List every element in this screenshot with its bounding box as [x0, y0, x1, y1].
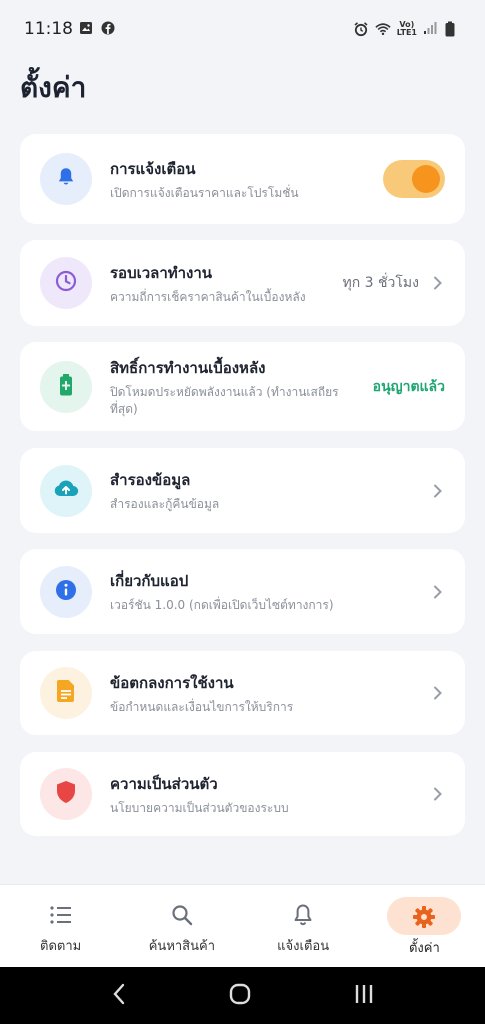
- document-icon-circle: [40, 667, 92, 719]
- battery-icon: [55, 373, 77, 401]
- setting-title: การแจ้งเตือน: [110, 159, 196, 178]
- setting-subtitle: สำรองและกู้คืนข้อมูล: [110, 497, 220, 511]
- gear-icon: [412, 903, 436, 931]
- back-icon[interactable]: [112, 983, 126, 1009]
- list-icon: [49, 901, 73, 929]
- chevron-right-icon: [431, 686, 445, 700]
- alarm-icon: [353, 21, 369, 37]
- cloud-upload-icon: [53, 478, 79, 504]
- setting-background-permission[interactable]: สิทธิ์การทำงานเบื้องหลัง ปิดโหมดประหยัดพ…: [20, 342, 465, 431]
- lte-indicator: Vo) LTE1: [397, 21, 417, 37]
- status-right: Vo) LTE1: [353, 21, 461, 37]
- bell-icon: [55, 166, 77, 192]
- recents-icon[interactable]: [354, 983, 374, 1009]
- system-nav-bar: [0, 967, 485, 1024]
- nav-label: แจ้งเตือน: [277, 939, 330, 954]
- search-icon: [171, 901, 193, 929]
- setting-subtitle: เปิดการแจ้งเตือนราคาและโปรโมชั่น: [110, 185, 299, 200]
- nav-item-tracking[interactable]: ติดตาม: [0, 885, 121, 967]
- page-title: ตั้งค่า: [20, 71, 87, 104]
- chevron-right-icon: [431, 484, 445, 498]
- privacy-text: ความเป็นส่วนตัว นโยบายความเป็นส่วนตัวของ…: [110, 772, 431, 817]
- nav-item-search[interactable]: ค้นหาสินค้า: [121, 885, 242, 967]
- wifi-icon: [375, 21, 391, 37]
- setting-title: รอบเวลาทำงาน: [110, 263, 213, 282]
- backup-text: สำรองข้อมูล สำรองและกู้คืนข้อมูล: [110, 468, 431, 513]
- clock-icon-circle: [40, 257, 92, 309]
- setting-backup[interactable]: สำรองข้อมูล สำรองและกู้คืนข้อมูล: [20, 448, 465, 533]
- setting-title: สิทธิ์การทำงานเบื้องหลัง: [110, 358, 266, 377]
- setting-about[interactable]: เกี่ยวกับแอป เวอร์ชัน 1.0.0 (กดเพื่อเปิด…: [20, 549, 465, 634]
- bell-icon: [292, 901, 314, 929]
- toggle-knob: [412, 165, 440, 193]
- document-icon: [56, 679, 76, 707]
- bottom-nav: ติดตาม ค้นหาสินค้า แจ้งเตือน ตั้งค่า: [0, 884, 485, 967]
- nav-label: ติดตาม: [40, 939, 82, 954]
- battery-icon-circle: [40, 360, 92, 413]
- info-icon-circle: [40, 565, 92, 618]
- nav-label: ตั้งค่า: [408, 941, 440, 956]
- cloud-icon-circle: [40, 464, 92, 517]
- about-text: เกี่ยวกับแอป เวอร์ชัน 1.0.0 (กดเพื่อเปิด…: [110, 569, 431, 614]
- setting-terms[interactable]: ข้อตกลงการใช้งาน ข้อกำหนดและเงื่อนไขการใ…: [20, 651, 465, 735]
- battery-status-icon: [445, 21, 461, 37]
- setting-subtitle: ข้อกำหนดและเงื่อนไขการให้บริการ: [110, 699, 294, 714]
- nav-item-settings[interactable]: ตั้งค่า: [364, 885, 485, 967]
- nav-item-alerts[interactable]: แจ้งเตือน: [243, 885, 364, 967]
- setting-title: ข้อตกลงการใช้งาน: [110, 673, 234, 692]
- setting-title: สำรองข้อมูล: [110, 471, 191, 489]
- status-time: 11:18: [24, 19, 73, 39]
- home-icon[interactable]: [229, 983, 251, 1009]
- setting-title: ความเป็นส่วนตัว: [110, 774, 218, 793]
- facebook-icon: [101, 21, 117, 37]
- setting-subtitle: นโยบายความเป็นส่วนตัวของระบบ: [110, 800, 289, 815]
- gallery-icon: [79, 21, 95, 37]
- setting-notifications[interactable]: การแจ้งเตือน เปิดการแจ้งเตือนราคาและโปรโ…: [20, 134, 465, 224]
- background-permission-text: สิทธิ์การทำงานเบื้องหลัง ปิดโหมดประหยัดพ…: [110, 356, 373, 418]
- setting-subtitle: ความถี่การเช็คราคาสินค้าในเบื้องหลัง: [110, 289, 306, 304]
- setting-subtitle: ปิดโหมดประหยัดพลังงานแล้ว (ทำงานเสถียรที…: [110, 384, 339, 416]
- terms-text: ข้อตกลงการใช้งาน ข้อกำหนดและเงื่อนไขการใ…: [110, 671, 431, 716]
- setting-title: เกี่ยวกับแอป: [110, 572, 189, 590]
- setting-subtitle: เวอร์ชัน 1.0.0 (กดเพื่อเปิดเว็บไซต์ทางกา…: [110, 598, 334, 612]
- nav-label: ค้นหาสินค้า: [148, 939, 216, 954]
- status-left: 11:18: [24, 19, 117, 39]
- chevron-right-icon: [431, 787, 445, 801]
- setting-privacy[interactable]: ความเป็นส่วนตัว นโยบายความเป็นส่วนตัวของ…: [20, 752, 465, 836]
- permission-status: อนุญาตแล้ว: [372, 378, 445, 395]
- chevron-right-icon: [431, 585, 445, 599]
- setting-work-interval[interactable]: รอบเวลาทำงาน ความถี่การเช็คราคาสินค้าในเ…: [20, 240, 465, 326]
- clock-icon: [54, 269, 78, 297]
- shield-icon-circle: [40, 768, 92, 820]
- status-bar: 11:18 Vo) LTE1: [0, 0, 485, 58]
- lte-bottom: LTE1: [396, 28, 417, 37]
- work-interval-value: ทุก 3 ชั่วโมง: [342, 275, 419, 291]
- chevron-right-icon: [431, 276, 445, 290]
- notification-icon-circle: [40, 153, 92, 205]
- notification-toggle[interactable]: [383, 160, 445, 198]
- notification-text: การแจ้งเตือน เปิดการแจ้งเตือนราคาและโปรโ…: [110, 157, 383, 202]
- shield-icon: [55, 780, 77, 808]
- work-interval-text: รอบเวลาทำงาน ความถี่การเช็คราคาสินค้าในเ…: [110, 261, 343, 306]
- info-icon: [54, 578, 78, 606]
- signal-icon: [423, 21, 439, 37]
